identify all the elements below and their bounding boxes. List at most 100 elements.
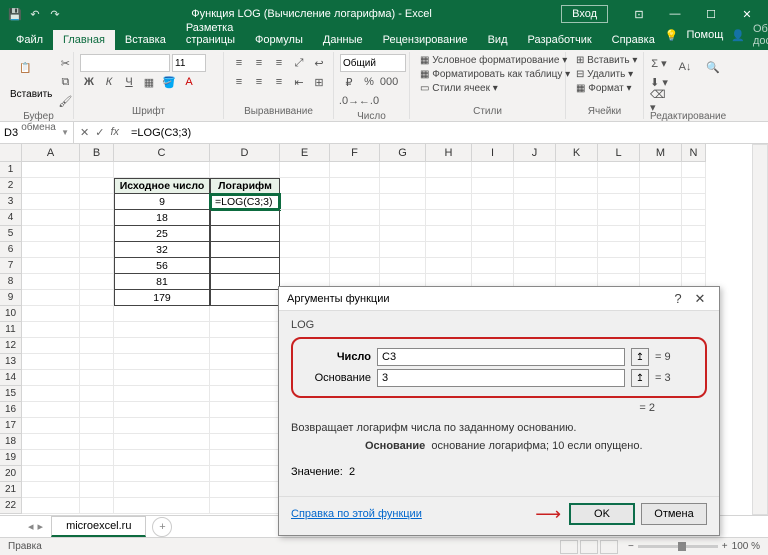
cell[interactable] <box>280 226 330 242</box>
cell[interactable] <box>210 386 280 402</box>
align-left-icon[interactable]: ≡ <box>230 73 248 91</box>
tell-me-label[interactable]: Помощ <box>687 29 724 41</box>
cell[interactable] <box>114 466 210 482</box>
cell[interactable] <box>330 162 380 178</box>
cell[interactable] <box>210 162 280 178</box>
cell[interactable] <box>472 242 514 258</box>
cell[interactable]: 56 <box>114 258 210 274</box>
tab-formulas[interactable]: Формулы <box>245 30 313 50</box>
cell[interactable] <box>210 242 280 258</box>
align-center-icon[interactable]: ≡ <box>250 73 268 91</box>
currency-icon[interactable]: ₽ <box>340 73 358 91</box>
tab-review[interactable]: Рецензирование <box>373 30 478 50</box>
cell[interactable] <box>556 162 598 178</box>
comma-icon[interactable]: 000 <box>380 73 398 91</box>
format-as-table-button[interactable]: ▦ Форматировать как таблицу ▾ <box>416 68 574 81</box>
cell[interactable] <box>682 178 706 194</box>
column-header[interactable]: M <box>640 144 682 162</box>
cell[interactable] <box>80 418 114 434</box>
cell[interactable] <box>426 242 472 258</box>
ok-button[interactable]: OK <box>569 503 635 525</box>
find-select-icon[interactable]: 🔍 <box>700 54 726 80</box>
row-header[interactable]: 22 <box>0 498 22 514</box>
cell[interactable] <box>22 290 80 306</box>
column-header[interactable]: G <box>380 144 426 162</box>
row-header[interactable]: 10 <box>0 306 22 322</box>
cell[interactable] <box>380 242 426 258</box>
cell[interactable] <box>80 306 114 322</box>
autosum-icon[interactable]: Σ ▾ <box>650 54 668 72</box>
cell[interactable] <box>380 194 426 210</box>
cell[interactable] <box>514 162 556 178</box>
cell[interactable] <box>210 466 280 482</box>
row-header[interactable]: 21 <box>0 482 22 498</box>
collapse-dialog-icon[interactable]: ↥ <box>631 369 649 387</box>
cell[interactable] <box>22 498 80 514</box>
cell[interactable] <box>210 306 280 322</box>
fx-icon[interactable]: fx <box>110 126 119 139</box>
cell[interactable] <box>114 370 210 386</box>
cell[interactable] <box>682 226 706 242</box>
dec-decimal-icon[interactable]: ←.0 <box>360 92 378 110</box>
column-header[interactable]: I <box>472 144 514 162</box>
cell[interactable] <box>210 418 280 434</box>
column-header[interactable]: B <box>80 144 114 162</box>
cell[interactable]: Исходное число <box>114 178 210 194</box>
cell[interactable] <box>80 322 114 338</box>
cell[interactable] <box>80 466 114 482</box>
cell[interactable]: 179 <box>114 290 210 306</box>
cell[interactable] <box>640 242 682 258</box>
cell[interactable] <box>22 418 80 434</box>
row-header[interactable]: 20 <box>0 466 22 482</box>
cell[interactable]: 25 <box>114 226 210 242</box>
cell[interactable] <box>114 306 210 322</box>
cell[interactable] <box>210 210 280 226</box>
orientation-icon[interactable]: ⤢ <box>290 54 308 72</box>
tab-view[interactable]: Вид <box>478 30 518 50</box>
cell[interactable] <box>472 178 514 194</box>
undo-icon[interactable]: ↶ <box>28 7 42 21</box>
cell[interactable] <box>114 482 210 498</box>
row-header[interactable]: 7 <box>0 258 22 274</box>
cell[interactable] <box>22 226 80 242</box>
cancel-formula-icon[interactable]: ✕ <box>80 126 89 139</box>
cancel-button[interactable]: Отмена <box>641 503 707 525</box>
font-family-select[interactable] <box>80 54 170 72</box>
column-header[interactable]: L <box>598 144 640 162</box>
row-header[interactable]: 5 <box>0 226 22 242</box>
normal-view-icon[interactable] <box>560 540 578 554</box>
cell[interactable] <box>114 418 210 434</box>
cell[interactable] <box>556 210 598 226</box>
cell[interactable] <box>210 322 280 338</box>
cell[interactable]: Логарифм <box>210 178 280 194</box>
cell[interactable] <box>598 226 640 242</box>
tab-home[interactable]: Главная <box>53 30 115 50</box>
cell[interactable] <box>426 210 472 226</box>
cell[interactable] <box>80 386 114 402</box>
cell[interactable] <box>114 322 210 338</box>
page-break-view-icon[interactable] <box>600 540 618 554</box>
cell[interactable] <box>640 162 682 178</box>
cell[interactable] <box>80 226 114 242</box>
cell[interactable] <box>22 434 80 450</box>
cell[interactable] <box>22 450 80 466</box>
collapse-dialog-icon[interactable]: ↥ <box>631 348 649 366</box>
row-header[interactable]: 8 <box>0 274 22 290</box>
bold-icon[interactable]: Ж <box>80 73 98 91</box>
share-icon[interactable]: 👤 <box>731 29 745 42</box>
cell[interactable] <box>280 210 330 226</box>
column-header[interactable]: H <box>426 144 472 162</box>
cell[interactable] <box>330 242 380 258</box>
cell[interactable] <box>472 162 514 178</box>
cell[interactable] <box>514 178 556 194</box>
cell[interactable] <box>210 370 280 386</box>
sheet-nav-prev-icon[interactable]: ◂ <box>28 520 34 533</box>
cell-styles-button[interactable]: ▭ Стили ячеек ▾ <box>416 82 502 95</box>
cell[interactable] <box>210 498 280 514</box>
cell[interactable] <box>598 194 640 210</box>
cell[interactable] <box>280 178 330 194</box>
cell[interactable] <box>80 258 114 274</box>
column-header[interactable]: C <box>114 144 210 162</box>
cut-icon[interactable]: ✂ <box>56 54 74 72</box>
underline-icon[interactable]: Ч <box>120 73 138 91</box>
